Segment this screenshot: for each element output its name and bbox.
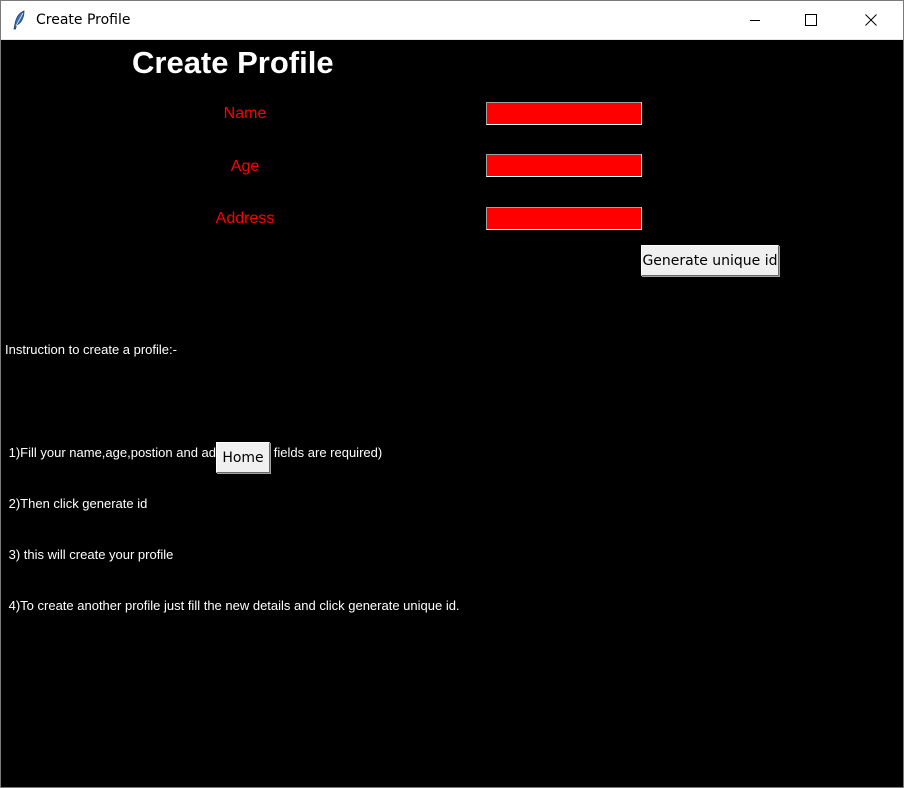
instruction-step: 4)To create another profile just fill th… <box>5 598 460 613</box>
age-label: Age <box>230 158 260 175</box>
maximize-button[interactable] <box>788 1 834 39</box>
age-input[interactable] <box>486 154 642 177</box>
close-icon <box>865 14 877 26</box>
address-label: Address <box>215 210 275 227</box>
name-input[interactable] <box>486 102 642 125</box>
instructions-spacer <box>5 392 460 410</box>
name-label: Name <box>223 105 267 122</box>
maximize-icon <box>805 14 817 26</box>
instruction-step: 3) this will create your profile <box>5 547 174 562</box>
app-window: Create Profile Create Profile Name Age A… <box>0 0 904 788</box>
close-button[interactable] <box>848 1 894 39</box>
page-title: Create Profile <box>132 45 334 80</box>
main-content: Create Profile Name Age Address Generate… <box>1 40 903 787</box>
window-title: Create Profile <box>36 12 131 28</box>
address-input[interactable] <box>486 207 642 230</box>
instruction-step: 2)Then click generate id <box>5 496 148 511</box>
instructions-block: Instruction to create a profile:- 1)Fill… <box>5 307 460 648</box>
minimize-button[interactable] <box>732 1 778 39</box>
feather-icon <box>12 10 28 30</box>
minimize-icon <box>749 14 761 26</box>
title-bar[interactable]: Create Profile <box>1 1 903 40</box>
generate-id-button[interactable]: Generate unique id <box>641 245 779 276</box>
home-button[interactable]: Home <box>216 442 270 473</box>
instructions-heading: Instruction to create a profile:- <box>5 342 177 357</box>
